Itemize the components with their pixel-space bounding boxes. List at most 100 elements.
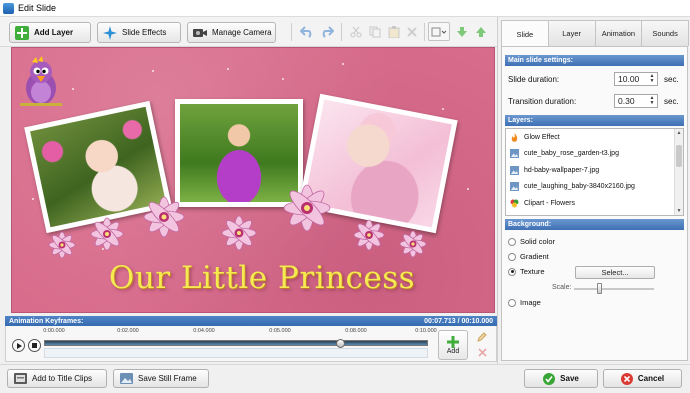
slide-duration-input[interactable]: 10.00 ▲ ▼ [614,72,658,86]
title-bar: Edit Slide [0,0,690,17]
move-down-icon[interactable] [453,22,471,41]
layer-name: cute_baby_rose_garden-t3.jpg [524,150,619,158]
toolbar: Add Layer Slide Effects Manage Camera [0,17,497,47]
add-layer-button[interactable]: Add Layer [9,22,91,43]
play-icon [16,342,22,349]
save-label: Save [560,374,579,383]
list-item[interactable]: cute_baby_rose_garden-t3.jpg [506,146,683,163]
manage-camera-label: Manage Camera [212,28,272,37]
background-header: Background: [505,219,684,230]
keyframe-lane[interactable] [44,348,428,358]
transition-duration-value: 0.30 [618,96,635,106]
bg-option-solid-color[interactable]: Solid color [508,237,555,246]
radio-button[interactable] [508,237,516,246]
time-ruler: 0:00.000 0:02.000 0:04.000 0:05.000 0:08… [43,328,436,338]
layer-name: Clipart - Flowers [524,199,575,207]
scale-slider-thumb[interactable] [597,283,602,294]
tick-label: 0:00.000 [43,328,65,334]
radio-button[interactable] [508,252,516,261]
keyframe-track[interactable] [44,340,428,346]
tab-sounds[interactable]: Sounds [641,20,689,46]
edit-keyframe-icon[interactable] [476,331,488,343]
separator [291,23,292,41]
radio-button-selected[interactable] [508,267,516,276]
save-still-frame-label: Save Still Frame [138,374,197,383]
flower-clipart [48,231,76,259]
layer-name: cute_laughing_baby-3840x2160.jpg [524,183,635,191]
bg-option-gradient[interactable]: Gradient [508,252,549,261]
scroll-down-icon[interactable]: ▼ [675,207,683,215]
slide-effects-label: Slide Effects [122,28,167,37]
cancel-icon [620,372,633,385]
paste-icon[interactable] [385,22,403,41]
layer-name: hd-baby-wallpaper-7.jpg [524,166,600,174]
still-frame-icon [120,373,133,384]
add-to-title-clips-label: Add to Title Clips [32,374,93,383]
camera-icon [193,28,207,37]
manage-camera-button[interactable]: Manage Camera [187,22,276,43]
tick-label: 0:05.000 [269,328,291,334]
checkmark-icon [543,372,556,385]
image-icon [510,149,519,159]
stop-button[interactable] [28,339,41,352]
delete-icon[interactable] [403,22,421,41]
flower-clipart [283,184,331,232]
bg-option-texture[interactable]: Texture [508,267,545,276]
list-item[interactable]: hd-baby-wallpaper-7.jpg [506,162,683,179]
bird-clipart [20,56,62,106]
layers-list[interactable]: Glow Effect cute_baby_rose_garden-t3.jpg… [505,128,684,216]
slide-settings-body: Main slide settings: Slide duration: 10.… [501,46,688,361]
transition-duration-label: Transition duration: [508,97,577,106]
properties-panel: Slide Layer Animation Sounds Main slide … [497,17,690,364]
select-texture-button[interactable]: Select... [575,266,655,279]
headline-text[interactable]: Our Little Princess [92,260,432,296]
copy-icon[interactable] [366,22,384,41]
align-dropdown[interactable] [428,22,450,41]
slide-preview[interactable]: Our Little Princess [11,47,495,313]
delete-keyframe-icon[interactable] [476,346,488,358]
cancel-label: Cancel [637,374,665,383]
plus-icon [447,335,459,348]
panel-tabs: Slide Layer Animation Sounds [501,20,689,47]
bg-option-label: Solid color [520,237,556,246]
spin-arrows[interactable]: ▲ ▼ [648,74,656,84]
layers-header: Layers: [505,115,684,126]
list-item[interactable]: cute_laughing_baby-3840x2160.jpg [506,179,683,196]
slide-effects-button[interactable]: Slide Effects [97,22,181,43]
tab-layer[interactable]: Layer [547,20,596,46]
sparkle [72,88,74,90]
bg-option-label: Texture [520,267,545,276]
cut-icon[interactable] [347,22,365,41]
sparkle [442,108,444,110]
timeline: 0:00.000 0:02.000 0:04.000 0:05.000 0:08… [5,326,497,362]
spin-arrows[interactable]: ▲ ▼ [648,96,656,106]
redo-icon[interactable] [318,22,336,41]
scale-slider-track[interactable] [574,288,654,290]
cancel-button[interactable]: Cancel [603,369,682,388]
save-button[interactable]: Save [524,369,598,388]
add-to-title-clips-button[interactable]: Add to Title Clips [7,369,107,388]
scroll-up-icon[interactable]: ▲ [675,129,683,137]
separator [424,23,425,41]
transition-duration-input[interactable]: 0.30 ▲ ▼ [614,94,658,108]
list-item[interactable]: Glow Effect [506,129,683,146]
move-up-icon[interactable] [472,22,490,41]
flame-icon [511,132,518,142]
list-item[interactable]: Clipart - Flowers [506,195,683,212]
bg-option-image[interactable]: Image [508,298,541,307]
bg-option-label: Image [520,298,541,307]
tick-label: 0:08.000 [345,328,367,334]
save-still-frame-button[interactable]: Save Still Frame [113,369,209,388]
sparkle [32,198,34,200]
play-button[interactable] [12,339,25,352]
tab-slide[interactable]: Slide [501,20,549,47]
radio-button[interactable] [508,298,516,307]
layers-scrollbar[interactable]: ▲ ▼ [674,129,683,215]
tab-animation[interactable]: Animation [594,20,643,46]
unit-label: sec. [664,75,679,84]
playhead-handle[interactable] [336,339,345,348]
add-keyframe-button[interactable]: Add [438,330,468,360]
scroll-thumb[interactable] [676,145,682,167]
undo-icon[interactable] [298,22,316,41]
app-icon [3,2,14,14]
